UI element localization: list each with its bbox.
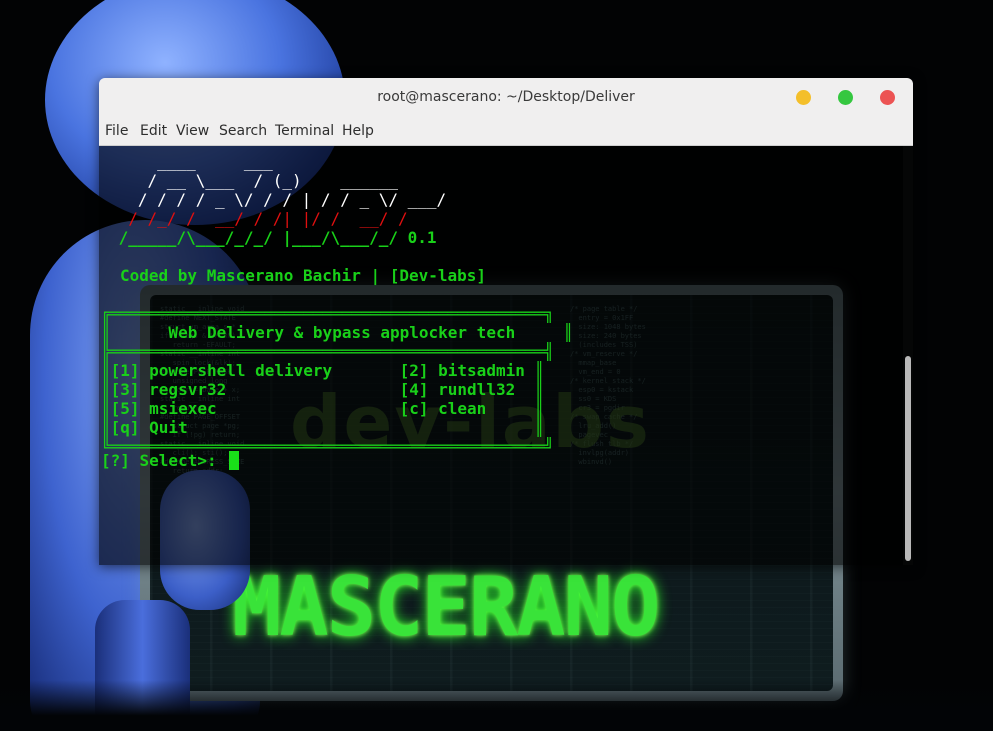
menu-edit[interactable]: Edit — [140, 123, 167, 139]
menu-bar: File Edit View Search Terminal Help — [99, 118, 913, 146]
wallpaper-ground — [0, 680, 993, 731]
scrollbar-thumb[interactable] — [905, 356, 911, 561]
title-bar[interactable]: root@mascerano: ~/Desktop/Deliver — [99, 78, 913, 119]
menu-help[interactable]: Help — [342, 123, 374, 139]
credit-line: Coded by Mascerano Bachir | [Dev-labs] — [120, 266, 487, 285]
terminal-output[interactable]: ____ ___ / __ \___ / (_) ______ / / / / … — [99, 146, 903, 565]
terminal-window[interactable]: root@mascerano: ~/Desktop/Deliver File E… — [99, 78, 913, 565]
ascii-banner-line-3: / / / / _ \/ / / | / / _ \/ ___/ — [109, 190, 447, 209]
scrollbar[interactable] — [903, 146, 913, 565]
menu-terminal[interactable]: Terminal — [275, 123, 334, 139]
maximize-button[interactable] — [838, 90, 853, 105]
menu-row-1: ║[1] powershell delivery [2] bitsadmin ║ — [101, 361, 545, 380]
ascii-banner-line-5: /_____/\___/_/_/ |___/\___/_/ 0.1 — [109, 228, 437, 247]
text-cursor — [229, 451, 239, 470]
select-prompt[interactable]: [?] Select>: — [101, 451, 226, 470]
menu-search[interactable]: Search — [219, 123, 267, 139]
menu-box-separator: ╠═══════════════════════════════════════… — [101, 342, 554, 361]
menu-row-3: ║[5] msiexec [c] clean ║ — [101, 399, 545, 418]
menu-file[interactable]: File — [105, 123, 128, 139]
ascii-banner-line-4: / /_/ / __/ / /| |/ / __/ / — [109, 209, 408, 228]
close-button[interactable] — [880, 90, 895, 105]
wallpaper-brand-text: MASCERANO — [232, 560, 660, 655]
ascii-banner-line-1: ____ ___ — [109, 152, 273, 171]
ascii-banner-line-2: / __ \___ / (_) ______ — [109, 171, 398, 190]
minimize-button[interactable] — [796, 90, 811, 105]
menu-row-4: ║[q] Quit ║ — [101, 418, 545, 437]
menu-row-2: ║[3] regsvr32 [4] rundll32 ║ — [101, 380, 545, 399]
menu-box-top: ╔═══════════════════════════════════════… — [101, 304, 554, 323]
menu-box-title: ║ Web Delivery & bypass applocker tech ║ — [101, 323, 574, 342]
window-title: root@mascerano: ~/Desktop/Deliver — [377, 89, 635, 105]
menu-view[interactable]: View — [176, 123, 209, 139]
